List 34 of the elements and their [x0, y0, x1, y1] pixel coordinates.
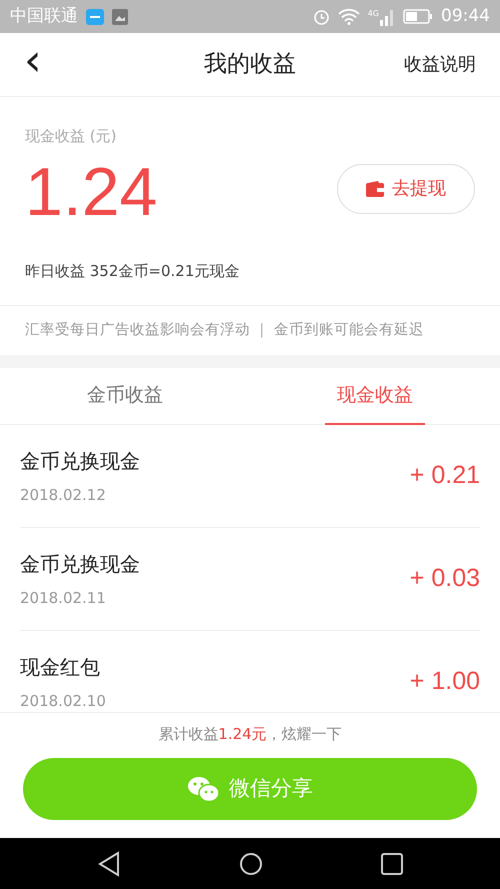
balance-amount: 1.24: [25, 158, 158, 226]
wifi-icon: [338, 8, 360, 25]
total-earnings-text: 累计收益1.24元，炫耀一下: [158, 724, 342, 745]
alarm-icon: [312, 8, 330, 25]
chat-bubbles-icon: [187, 774, 221, 802]
record-amount: + 0.21: [410, 460, 480, 492]
record-amount: + 1.00: [410, 666, 480, 698]
network-type: 4G: [368, 8, 379, 20]
record-amount: + 0.03: [410, 563, 480, 594]
record-title: 金币兑换现金: [20, 550, 140, 578]
record-date: 2018.02.11: [20, 588, 107, 609]
signal-icon: [379, 8, 395, 26]
record-date: 2018.02.10: [20, 690, 106, 712]
yesterday-earnings: 昨日收益 352金币=0.21元现金: [25, 260, 240, 282]
record-title: 现金红包: [20, 654, 101, 681]
battery-icon: [403, 9, 433, 24]
back-button[interactable]: ‹: [24, 38, 42, 82]
withdraw-button[interactable]: 去提现: [337, 164, 475, 214]
app-notification-icon: [86, 8, 104, 24]
record-date: 2018.02.12: [20, 484, 107, 506]
page-title: 我的收益: [204, 50, 296, 80]
carrier-name: 中国联通: [10, 4, 78, 28]
earnings-info-link[interactable]: 收益说明: [404, 51, 476, 78]
balance-label: 现金收益 (元): [25, 126, 118, 147]
tab[interactable]: 金币收益: [75, 368, 175, 425]
clock-time: 09:44: [441, 4, 490, 28]
notice-text: 汇率受每日广告收益影响会有浮动 ｜ 金币到账可能会有延迟: [0, 305, 500, 355]
back-nav-icon[interactable]: [97, 850, 121, 876]
wallet-icon: [366, 180, 384, 196]
record-title: 金币兑换现金: [20, 448, 140, 475]
tab[interactable]: 现金收益: [325, 368, 425, 425]
image-notification-icon: [112, 8, 128, 24]
home-nav-icon[interactable]: [239, 852, 263, 876]
recents-nav-icon[interactable]: [381, 852, 403, 874]
